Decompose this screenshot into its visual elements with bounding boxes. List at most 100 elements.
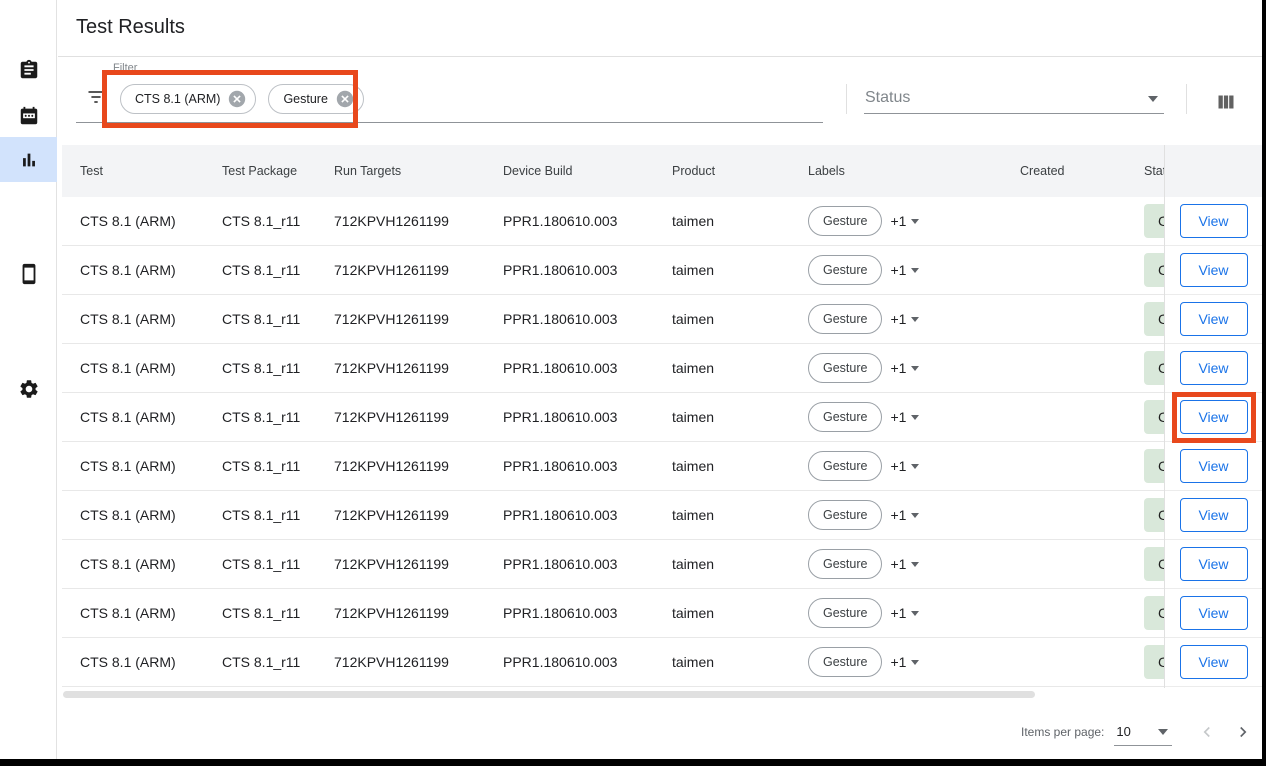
view-row: View	[1165, 491, 1262, 540]
main-content: Test Results Filter CTS 8.1 (ARM) Gestur…	[58, 0, 1262, 759]
previous-page-button[interactable]	[1194, 719, 1220, 745]
horizontal-scrollbar[interactable]	[63, 691, 1035, 698]
sidebar-item-settings[interactable]	[0, 366, 57, 411]
label-chip: Gesture	[808, 304, 882, 334]
column-header-product: Product	[654, 164, 790, 178]
more-labels-expander[interactable]: +1	[890, 213, 919, 229]
table-row: CTS 8.1 (ARM) CTS 8.1_r11 712KPVH1261199…	[62, 295, 1164, 344]
more-labels-expander[interactable]: +1	[890, 409, 919, 425]
more-labels-expander[interactable]: +1	[890, 654, 919, 670]
cell-test-package: CTS 8.1_r11	[204, 311, 316, 327]
paginator: Items per page: 10	[1021, 714, 1256, 750]
status-badge: C	[1144, 302, 1164, 336]
view-button[interactable]: View	[1180, 449, 1248, 483]
filter-chip-cts[interactable]: CTS 8.1 (ARM)	[120, 84, 256, 114]
window-right-edge	[1262, 0, 1266, 766]
page-title: Test Results	[76, 16, 185, 39]
view-button[interactable]: View	[1180, 400, 1248, 434]
cell-run-targets: 712KPVH1261199	[316, 556, 485, 572]
label-chip: Gesture	[808, 598, 882, 628]
view-button[interactable]: View	[1180, 498, 1248, 532]
cell-product: taimen	[654, 605, 790, 621]
view-button[interactable]: View	[1180, 351, 1248, 385]
filter-chip-label: Gesture	[283, 92, 327, 106]
more-labels-expander[interactable]: +1	[890, 507, 919, 523]
status-badge: C	[1144, 547, 1164, 581]
cell-product: taimen	[654, 213, 790, 229]
chevron-down-icon	[911, 513, 919, 518]
cell-labels: Gesture +1	[790, 206, 1002, 236]
more-labels-count: +1	[890, 311, 906, 327]
view-button[interactable]: View	[1180, 596, 1248, 630]
view-button[interactable]: View	[1180, 204, 1248, 238]
filter-chip-gesture[interactable]: Gesture	[268, 84, 363, 114]
sidebar-item-devices[interactable]	[0, 251, 57, 296]
view-button[interactable]: View	[1180, 547, 1248, 581]
table-row: CTS 8.1 (ARM) CTS 8.1_r11 712KPVH1261199…	[62, 197, 1164, 246]
cell-device-build: PPR1.180610.003	[485, 605, 654, 621]
cell-labels: Gesture +1	[790, 549, 1002, 579]
cell-product: taimen	[654, 360, 790, 376]
more-labels-count: +1	[890, 458, 906, 474]
chevron-down-icon	[911, 562, 919, 567]
cell-run-targets: 712KPVH1261199	[316, 360, 485, 376]
label-chip: Gesture	[808, 206, 882, 236]
close-icon[interactable]	[228, 90, 246, 108]
table-row: CTS 8.1 (ARM) CTS 8.1_r11 712KPVH1261199…	[62, 344, 1164, 393]
more-labels-count: +1	[890, 605, 906, 621]
cell-test: CTS 8.1 (ARM)	[62, 311, 204, 327]
more-labels-expander[interactable]: +1	[890, 360, 919, 376]
filter-chip-row: CTS 8.1 (ARM) Gesture	[120, 84, 364, 114]
more-labels-expander[interactable]: +1	[890, 311, 919, 327]
cell-run-targets: 712KPVH1261199	[316, 409, 485, 425]
more-labels-expander[interactable]: +1	[890, 556, 919, 572]
cell-test-package: CTS 8.1_r11	[204, 458, 316, 474]
view-column: View View View View View View View View …	[1164, 145, 1262, 688]
cell-status: C	[1126, 596, 1164, 630]
status-badge: C	[1144, 449, 1164, 483]
next-page-button[interactable]	[1230, 719, 1256, 745]
label-chip: Gesture	[808, 402, 882, 432]
table-row: CTS 8.1 (ARM) CTS 8.1_r11 712KPVH1261199…	[62, 638, 1164, 687]
cell-test: CTS 8.1 (ARM)	[62, 458, 204, 474]
chevron-down-icon	[911, 366, 919, 371]
cell-labels: Gesture +1	[790, 255, 1002, 285]
chevron-down-icon	[911, 415, 919, 420]
cell-test-package: CTS 8.1_r11	[204, 605, 316, 621]
status-badge: C	[1144, 498, 1164, 532]
cell-test: CTS 8.1 (ARM)	[62, 409, 204, 425]
view-button[interactable]: View	[1180, 253, 1248, 287]
view-button[interactable]: View	[1180, 645, 1248, 679]
table-scroll-area: Test Test Package Run Targets Device Bui…	[62, 145, 1164, 688]
more-labels-expander[interactable]: +1	[890, 262, 919, 278]
cell-product: taimen	[654, 507, 790, 523]
status-badge: C	[1144, 596, 1164, 630]
page-size-select[interactable]: 10	[1114, 718, 1172, 746]
cell-test: CTS 8.1 (ARM)	[62, 360, 204, 376]
close-icon[interactable]	[336, 90, 354, 108]
table-row: CTS 8.1 (ARM) CTS 8.1_r11 712KPVH1261199…	[62, 393, 1164, 442]
table-row: CTS 8.1 (ARM) CTS 8.1_r11 712KPVH1261199…	[62, 540, 1164, 589]
label-chip: Gesture	[808, 647, 882, 677]
column-settings-button[interactable]	[1214, 90, 1238, 114]
sidebar-item-test-suites[interactable]	[0, 47, 57, 92]
status-select[interactable]: Status	[865, 89, 910, 107]
cell-labels: Gesture +1	[790, 304, 1002, 334]
table-row: CTS 8.1 (ARM) CTS 8.1_r11 712KPVH1261199…	[62, 442, 1164, 491]
more-labels-expander[interactable]: +1	[890, 605, 919, 621]
cell-device-build: PPR1.180610.003	[485, 262, 654, 278]
more-labels-count: +1	[890, 409, 906, 425]
view-row: View	[1165, 197, 1262, 246]
view-button[interactable]: View	[1180, 302, 1248, 336]
chevron-down-icon	[911, 464, 919, 469]
more-labels-expander[interactable]: +1	[890, 458, 919, 474]
filter-input-underline[interactable]	[76, 122, 823, 123]
chevron-down-icon	[911, 660, 919, 665]
filter-icon[interactable]	[86, 87, 106, 107]
view-row: View	[1165, 393, 1262, 442]
chevron-down-icon	[911, 219, 919, 224]
sidebar-item-test-plans[interactable]	[0, 93, 57, 138]
cell-device-build: PPR1.180610.003	[485, 507, 654, 523]
sidebar-item-test-results[interactable]	[0, 137, 57, 182]
clipboard-icon	[18, 59, 40, 81]
